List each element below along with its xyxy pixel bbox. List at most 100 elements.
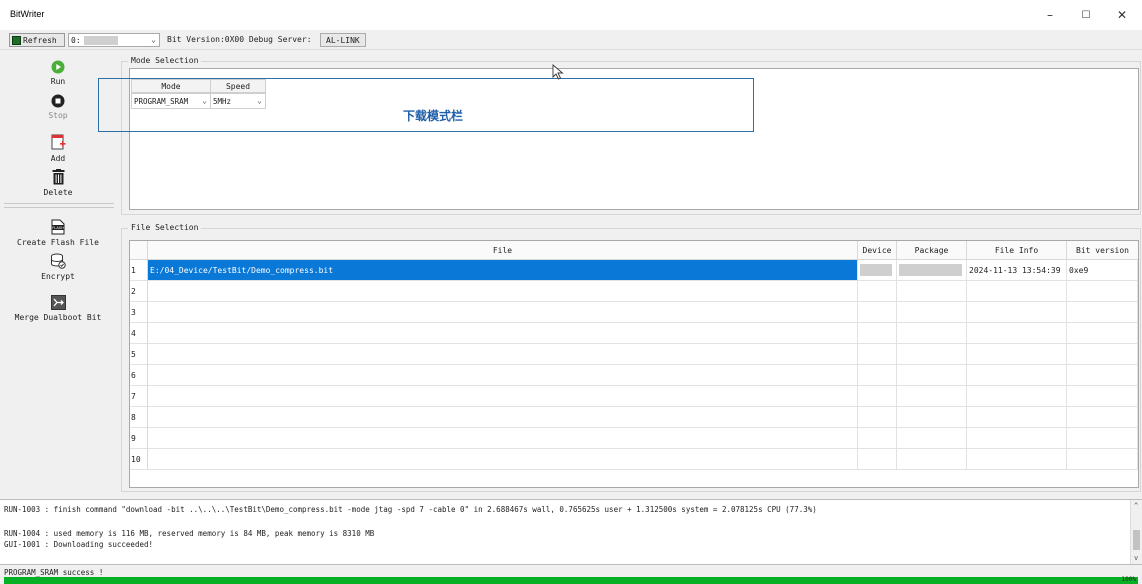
file-info-cell[interactable] — [967, 386, 1067, 406]
mouse-cursor-icon — [552, 64, 564, 80]
bit-version-cell[interactable]: 0xe9 — [1067, 260, 1138, 280]
encrypt-button[interactable]: Encrypt — [0, 253, 116, 281]
package-cell[interactable] — [897, 344, 967, 364]
file-cell[interactable] — [148, 386, 858, 406]
bit-version-cell[interactable] — [1067, 386, 1138, 406]
row-number: 7 — [130, 386, 148, 406]
redacted-value — [860, 264, 892, 276]
progress-bar: 100% — [4, 576, 1138, 584]
package-cell[interactable] — [897, 323, 967, 343]
file-info-cell[interactable] — [967, 365, 1067, 385]
file-info-cell[interactable] — [967, 323, 1067, 343]
debug-server-button[interactable]: AL-LINK — [320, 33, 366, 47]
file-cell[interactable]: E:/04_Device/TestBit/Demo_compress.bit — [148, 260, 858, 280]
file-cell[interactable] — [148, 344, 858, 364]
file-cell[interactable] — [148, 407, 858, 427]
file-info-header[interactable]: File Info — [967, 241, 1067, 260]
encrypt-label: Encrypt — [41, 272, 75, 281]
status-message: PROGRAM_SRAM success ! — [4, 568, 104, 577]
device-cell[interactable] — [858, 386, 897, 406]
file-info-cell[interactable] — [967, 281, 1067, 301]
file-cell[interactable] — [148, 365, 858, 385]
file-cell[interactable] — [148, 302, 858, 322]
package-cell[interactable] — [897, 365, 967, 385]
chevron-down-icon: ⌄ — [151, 35, 156, 44]
table-row[interactable]: 2 — [130, 281, 1138, 302]
table-row[interactable]: 5 — [130, 344, 1138, 365]
file-info-cell[interactable] — [967, 344, 1067, 364]
encrypt-database-icon — [51, 253, 66, 269]
merge-dualboot-bit-button[interactable]: Merge Dualboot Bit — [0, 295, 116, 322]
port-select[interactable]: 0: ⌄ — [68, 33, 160, 47]
table-row[interactable]: 6 — [130, 365, 1138, 386]
file-info-cell[interactable] — [967, 449, 1067, 469]
table-row[interactable]: 1 E:/04_Device/TestBit/Demo_compress.bit 2… — [130, 260, 1138, 281]
bit-version-cell[interactable] — [1067, 323, 1138, 343]
device-cell[interactable] — [858, 281, 897, 301]
bit-version-cell[interactable] — [1067, 302, 1138, 322]
log-scrollbar[interactable]: ^ v — [1130, 500, 1142, 564]
bit-version-cell[interactable] — [1067, 407, 1138, 427]
device-cell[interactable] — [858, 428, 897, 448]
table-row[interactable]: 9 — [130, 428, 1138, 449]
bit-version-cell[interactable] — [1067, 344, 1138, 364]
close-button[interactable]: ✕ — [1104, 0, 1140, 30]
file-cell[interactable] — [148, 323, 858, 343]
device-cell[interactable] — [858, 344, 897, 364]
package-cell[interactable] — [897, 428, 967, 448]
package-header[interactable]: Package — [897, 241, 967, 260]
package-cell[interactable] — [897, 449, 967, 469]
row-number: 10 — [130, 449, 148, 469]
bit-version-cell[interactable] — [1067, 449, 1138, 469]
table-row[interactable]: 7 — [130, 386, 1138, 407]
refresh-label: Refresh — [23, 35, 57, 45]
file-info-cell[interactable] — [967, 407, 1067, 427]
window-title: BitWriter — [10, 9, 45, 19]
bit-version-cell[interactable] — [1067, 365, 1138, 385]
package-cell[interactable] — [897, 260, 967, 280]
bit-version-cell[interactable] — [1067, 281, 1138, 301]
scroll-thumb[interactable] — [1133, 530, 1140, 550]
log-output[interactable]: RUN-1003 : finish command "download -bit… — [0, 499, 1142, 565]
table-row[interactable]: 10 — [130, 449, 1138, 470]
minimize-button[interactable]: – — [1032, 0, 1068, 30]
package-cell[interactable] — [897, 407, 967, 427]
file-info-cell[interactable]: 2024-11-13 13:54:39 — [967, 260, 1067, 280]
table-row[interactable]: 3 — [130, 302, 1138, 323]
sidebar-divider — [4, 207, 114, 208]
scroll-up-icon[interactable]: ^ — [1134, 502, 1138, 510]
file-cell[interactable] — [148, 449, 858, 469]
file-info-cell[interactable] — [967, 428, 1067, 448]
device-cell[interactable] — [858, 449, 897, 469]
table-row[interactable]: 4 — [130, 323, 1138, 344]
file-cell[interactable] — [148, 428, 858, 448]
port-select-value: 0: — [71, 35, 81, 45]
device-cell[interactable] — [858, 365, 897, 385]
maximize-button[interactable]: ☐ — [1068, 0, 1104, 30]
progress-fill — [4, 577, 1138, 584]
trash-icon — [52, 169, 64, 185]
row-number: 1 — [130, 260, 148, 280]
scroll-down-icon[interactable]: v — [1134, 554, 1138, 562]
table-row[interactable]: 8 — [130, 407, 1138, 428]
device-header[interactable]: Device — [858, 241, 897, 260]
mode-selection-title: Mode Selection — [128, 56, 202, 65]
bit-version-header[interactable]: Bit version — [1067, 241, 1138, 260]
add-button[interactable]: Add — [0, 134, 116, 163]
device-cell[interactable] — [858, 302, 897, 322]
device-cell[interactable] — [858, 260, 897, 280]
redacted-value — [899, 264, 962, 276]
file-header[interactable]: File — [148, 241, 858, 260]
package-cell[interactable] — [897, 302, 967, 322]
bit-version-cell[interactable] — [1067, 428, 1138, 448]
device-cell[interactable] — [858, 323, 897, 343]
refresh-button[interactable]: Refresh — [9, 33, 65, 47]
file-info-cell[interactable] — [967, 302, 1067, 322]
file-cell[interactable] — [148, 281, 858, 301]
create-flash-file-button[interactable]: FLASH Create Flash File — [0, 219, 116, 247]
delete-button[interactable]: Delete — [0, 169, 116, 197]
device-cell[interactable] — [858, 407, 897, 427]
package-cell[interactable] — [897, 281, 967, 301]
package-cell[interactable] — [897, 386, 967, 406]
stop-icon — [51, 94, 65, 108]
